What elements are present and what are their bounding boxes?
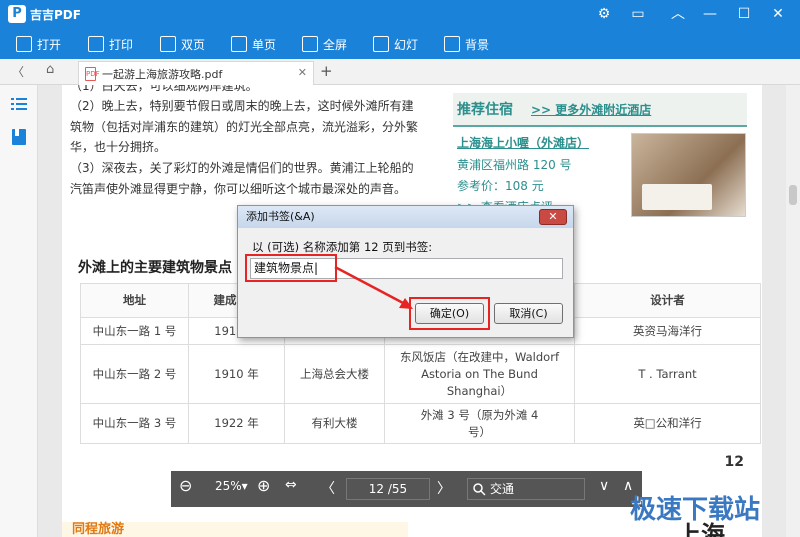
hotel-panel-title: 推荐住宿 <box>457 102 513 118</box>
more-hotels-link[interactable]: >> 更多外滩附近酒店 <box>531 101 651 118</box>
double-page-button[interactable]: 双页 <box>160 33 205 55</box>
tab-close-icon[interactable]: ✕ <box>298 66 307 79</box>
print-button[interactable]: 打印 <box>88 33 133 55</box>
page-number-input[interactable]: 12 /55 <box>346 478 430 500</box>
hotel-price: 参考价：108 元 <box>457 179 544 193</box>
search-next-icon[interactable]: ∨ <box>599 478 609 494</box>
print-label: 打印 <box>109 37 134 52</box>
table-cell: 中山东一路 2 号 <box>80 344 189 404</box>
tab-bar: 〈 ⌂ PDF 一起游上海旅游攻略.pdf ✕ + <box>0 59 800 85</box>
search-input[interactable]: 交通 <box>467 478 585 500</box>
table-header: 设计者 <box>574 283 761 318</box>
open-label: 打开 <box>37 37 62 52</box>
single-label: 单页 <box>252 37 277 52</box>
table-cell: 中山东一路 1 号 <box>80 317 189 345</box>
table-row: 中山东一路 3 号 1922 年 有利大楼 外滩 3 号（原为外滩 4 号） 英… <box>80 403 761 444</box>
next-page-icon[interactable]: 〉 <box>437 478 451 498</box>
ok-highlight-box <box>409 297 490 330</box>
fullscreen-icon <box>302 36 318 52</box>
dialog-title: 添加书签(&A) <box>238 206 573 228</box>
zoom-out-icon[interactable]: ⊖ <box>179 476 192 495</box>
cancel-button[interactable]: 取消(C) <box>494 303 563 324</box>
fullscreen-label: 全屏 <box>323 37 348 52</box>
table-cell: 英□公和洋行 <box>574 403 761 444</box>
collapse-icon[interactable]: ︿ <box>662 0 694 29</box>
minimize-button[interactable]: — <box>694 0 726 29</box>
table-cell: T . Tarrant <box>574 344 761 404</box>
zoom-navigation-bar: ⊖ 25%▾ ⊕ ⇔ 〈 12 /55 〉 交通 ∨ ∧ <box>171 471 642 507</box>
input-highlight-box <box>245 254 337 282</box>
footer-ad: 同程旅游 <box>62 522 408 537</box>
annotation-arrow <box>334 265 413 309</box>
app-name: 吉吉PDF <box>30 7 81 22</box>
table-cell: 1922 年 <box>188 403 285 444</box>
printer-icon <box>88 36 104 52</box>
single-page-icon <box>231 36 247 52</box>
folder-icon <box>16 36 32 52</box>
section-heading: 外滩上的主要建筑物景点 <box>78 260 232 276</box>
single-page-button[interactable]: 单页 <box>231 33 276 55</box>
scrollbar-thumb[interactable] <box>789 185 797 205</box>
zoom-in-icon[interactable]: ⊕ <box>257 476 270 495</box>
outline-list-icon[interactable] <box>11 97 27 111</box>
table-cell: 有利大楼 <box>284 403 385 444</box>
left-sidebar <box>0 85 38 537</box>
search-icon <box>473 483 486 496</box>
background-button[interactable]: 背景 <box>444 33 489 55</box>
tab-label: 一起游上海旅游攻略.pdf <box>102 67 223 81</box>
doc-paragraph-3: （3）深夜去，关了彩灯的外滩是情侣们的世界。黄浦江上轮船的汽笛声使外滩显得更宁静… <box>70 161 414 196</box>
settings-icon[interactable]: ⚙ <box>588 0 620 29</box>
bed-shape <box>642 184 712 210</box>
slideshow-button[interactable]: 幻灯 <box>373 33 418 55</box>
table-cell: 外滩 3 号（原为外滩 4 号） <box>384 403 575 444</box>
table-cell: 上海总会大楼 <box>284 344 385 404</box>
dialog-close-button[interactable]: ✕ <box>539 209 567 225</box>
hotel-photo <box>631 133 746 217</box>
fullscreen-button[interactable]: 全屏 <box>302 33 347 55</box>
watermark: 极速下载站 <box>630 495 761 525</box>
doc-line-1: （1）白天去，可以细观两岸建筑。 <box>70 85 258 93</box>
hotel-recommendation-panel: 推荐住宿 >> 更多外滩附近酒店 上海海上小喔（外滩店） 黄浦区福州路 120 … <box>453 93 747 220</box>
background-icon <box>444 36 460 52</box>
hotel-header: 推荐住宿 >> 更多外滩附近酒店 <box>453 93 747 127</box>
double-label: 双页 <box>181 37 206 52</box>
add-bookmark-dialog: 添加书签(&A) ✕ 以 (可选) 名称添加第 12 页到书签: 建筑物景点| … <box>237 205 574 338</box>
tab-document[interactable]: PDF 一起游上海旅游攻略.pdf ✕ <box>78 61 314 85</box>
fit-width-icon[interactable]: ⇔ <box>285 477 297 493</box>
table-cell: 1910 年 <box>188 344 285 404</box>
message-icon[interactable]: ▭ <box>622 0 654 29</box>
slideshow-label: 幻灯 <box>394 37 419 52</box>
table-row: 中山东一路 2 号 1910 年 上海总会大楼 东风饭店（在改建中，Waldor… <box>80 344 761 404</box>
zoom-level-select[interactable]: 25%▾ <box>215 479 248 493</box>
prev-page-icon[interactable]: 〈 <box>321 478 335 498</box>
app-logo-icon: P <box>8 5 26 23</box>
home-icon[interactable]: ⌂ <box>46 62 54 77</box>
slideshow-icon <box>373 36 389 52</box>
pdf-file-icon: PDF <box>85 66 100 81</box>
hotel-address: 黄浦区福州路 120 号 <box>457 158 572 172</box>
dialog-prompt: 以 (可选) 名称添加第 12 页到书签: <box>252 240 433 254</box>
doc-paragraph-2: （2）晚上去，特别要节假日或周末的晚上去，这时候外滩所有建筑物（包括对岸浦东的建… <box>70 99 419 154</box>
new-tab-button[interactable]: + <box>320 62 333 80</box>
back-icon[interactable]: 〈 <box>12 63 24 80</box>
table-cell: 英资马海洋行 <box>574 317 761 345</box>
background-label: 背景 <box>465 37 490 52</box>
open-button[interactable]: 打开 <box>16 33 61 55</box>
table-header: 地址 <box>80 283 189 318</box>
main-toolbar: 打开 打印 双页 单页 全屏 幻灯 背景 <box>0 29 800 59</box>
app-logo: P 吉吉PDF <box>8 5 81 23</box>
table-cell: 中山东一路 3 号 <box>80 403 189 444</box>
bookmark-panel-icon[interactable] <box>12 129 26 145</box>
maximize-button[interactable]: ☐ <box>728 0 760 29</box>
table-cell: 东风饭店（在改建中，Waldorf Astoria on The Bund Sh… <box>384 344 575 404</box>
vertical-scrollbar[interactable] <box>786 85 800 537</box>
page-number: 12 <box>724 454 744 470</box>
search-value: 交通 <box>490 482 515 496</box>
hotel-name[interactable]: 上海海上小喔（外滩店） <box>457 134 589 151</box>
close-button[interactable]: ✕ <box>762 0 794 29</box>
double-page-icon <box>160 36 176 52</box>
title-bar: P 吉吉PDF ⚙ ▭ ︿ — ☐ ✕ <box>0 0 800 29</box>
